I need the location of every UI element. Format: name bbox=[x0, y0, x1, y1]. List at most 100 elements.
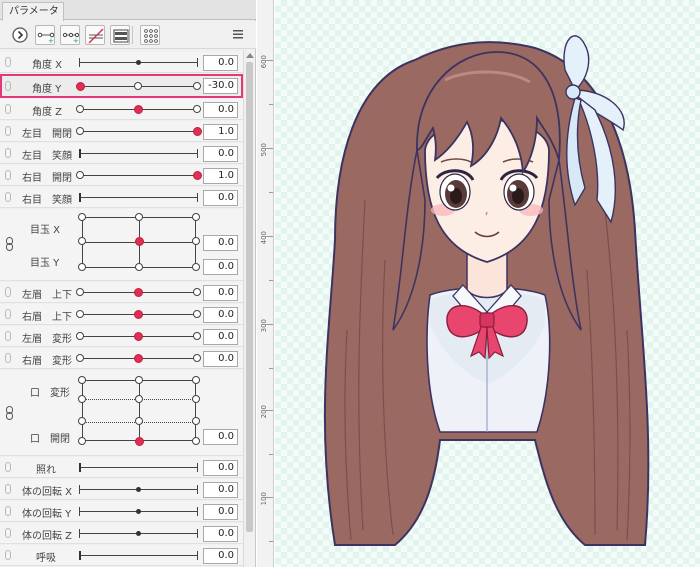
slider-knob-key[interactable] bbox=[134, 310, 143, 319]
key-point[interactable] bbox=[78, 263, 86, 271]
key-point[interactable] bbox=[78, 376, 86, 384]
key-point[interactable] bbox=[78, 437, 86, 445]
param-value[interactable]: 0.0 bbox=[203, 55, 238, 71]
play-circle-icon[interactable] bbox=[10, 25, 30, 45]
key-point[interactable] bbox=[76, 354, 84, 362]
key-point[interactable] bbox=[78, 417, 86, 425]
model-canvas[interactable] bbox=[275, 0, 700, 567]
panel-scrollbar[interactable] bbox=[243, 50, 255, 567]
key-point[interactable] bbox=[135, 213, 143, 221]
param-group-eyeball[interactable]: 目玉 X 目玉 Y 0.0 0.0 bbox=[0, 209, 243, 281]
param-row-left-brow-y[interactable]: 左眉 上下 0.0 bbox=[0, 282, 243, 303]
param-value[interactable]: 0.0 bbox=[203, 307, 238, 323]
slider-knob[interactable] bbox=[79, 463, 81, 472]
lock-icon[interactable] bbox=[5, 170, 11, 180]
param-slider[interactable] bbox=[79, 131, 198, 132]
key-point[interactable] bbox=[192, 395, 200, 403]
param-row-right-brow-form[interactable]: 右眉 変形 0.0 bbox=[0, 348, 243, 369]
lock-icon[interactable] bbox=[5, 550, 11, 560]
slider-knob[interactable] bbox=[136, 60, 141, 65]
key-point[interactable] bbox=[193, 288, 201, 296]
param-group-mouth[interactable]: 口 変形 口 開閉 0.0 bbox=[0, 370, 243, 456]
key-point[interactable] bbox=[192, 376, 200, 384]
key-point[interactable] bbox=[192, 237, 200, 245]
key-point[interactable] bbox=[76, 105, 84, 113]
slider-knob-key[interactable] bbox=[135, 237, 144, 246]
key-point[interactable] bbox=[76, 332, 84, 340]
key-point[interactable] bbox=[76, 310, 84, 318]
key-point[interactable] bbox=[78, 213, 86, 221]
param-slider[interactable] bbox=[79, 467, 198, 468]
param-row-angle-x[interactable]: 角度 X 0.0 bbox=[0, 52, 243, 73]
key-point[interactable] bbox=[135, 376, 143, 384]
lock-icon[interactable] bbox=[5, 353, 11, 363]
slider-knob[interactable] bbox=[79, 193, 81, 202]
key-point[interactable] bbox=[192, 437, 200, 445]
param-row-right-eye-open[interactable]: 右目 開閉 1.0 bbox=[0, 165, 243, 186]
param-value[interactable]: 0.0 bbox=[203, 259, 238, 275]
key-point[interactable] bbox=[193, 82, 201, 90]
param-value[interactable]: 0.0 bbox=[203, 526, 238, 542]
lock-icon[interactable] bbox=[5, 148, 11, 158]
param-row-angle-y[interactable]: 角度 Y -30.0 bbox=[0, 74, 243, 98]
key-point[interactable] bbox=[135, 263, 143, 271]
param-value[interactable]: 0.0 bbox=[203, 285, 238, 301]
param-row-body-angle-y[interactable]: 体の回転 Y 0.0 bbox=[0, 501, 243, 522]
param-row-body-angle-z[interactable]: 体の回転 Z 0.0 bbox=[0, 523, 243, 544]
param-value[interactable]: 0.0 bbox=[203, 190, 238, 206]
slider-knob-key[interactable] bbox=[134, 332, 143, 341]
key-point[interactable] bbox=[135, 395, 143, 403]
grid-icon[interactable] bbox=[140, 25, 160, 45]
slider-knob-key[interactable] bbox=[193, 127, 202, 136]
add-key-icon[interactable]: + bbox=[35, 25, 55, 45]
lock-icon[interactable] bbox=[5, 126, 11, 136]
param-value[interactable]: 0.0 bbox=[203, 429, 238, 445]
param-row-blush[interactable]: 照れ 0.0 bbox=[0, 457, 243, 478]
param-row-right-eye-smile[interactable]: 右目 笑顔 0.0 bbox=[0, 187, 243, 208]
lock-icon[interactable] bbox=[5, 528, 11, 538]
slider-knob[interactable] bbox=[79, 149, 81, 158]
param-row-body-angle-x[interactable]: 体の回転 X 0.0 bbox=[0, 479, 243, 500]
param-value[interactable]: 1.0 bbox=[203, 168, 238, 184]
slider-knob-key[interactable] bbox=[134, 288, 143, 297]
lock-icon[interactable] bbox=[5, 287, 11, 297]
scroll-up-arrow-icon[interactable] bbox=[246, 53, 254, 58]
param-row-left-eye-smile[interactable]: 左目 笑顔 0.0 bbox=[0, 143, 243, 164]
param-value[interactable]: 0.0 bbox=[203, 548, 238, 564]
add-keys-icon[interactable]: + bbox=[60, 25, 80, 45]
param-value[interactable]: 1.0 bbox=[203, 124, 238, 140]
link-icon[interactable] bbox=[6, 406, 13, 420]
lock-icon[interactable] bbox=[5, 331, 11, 341]
param-row-left-brow-form[interactable]: 左眉 変形 0.0 bbox=[0, 326, 243, 347]
key-point[interactable] bbox=[193, 332, 201, 340]
key-point[interactable] bbox=[192, 213, 200, 221]
key-point[interactable] bbox=[134, 82, 142, 90]
lock-icon[interactable] bbox=[5, 81, 11, 91]
delete-keys-icon[interactable] bbox=[85, 25, 105, 45]
key-point[interactable] bbox=[78, 395, 86, 403]
key-point[interactable] bbox=[76, 288, 84, 296]
slider-knob-key[interactable] bbox=[134, 354, 143, 363]
key-point[interactable] bbox=[135, 417, 143, 425]
slider-knob[interactable] bbox=[136, 487, 141, 492]
param-value[interactable]: 0.0 bbox=[203, 504, 238, 520]
param-value[interactable]: 0.0 bbox=[203, 102, 238, 118]
key-point[interactable] bbox=[76, 127, 84, 135]
key-point[interactable] bbox=[192, 417, 200, 425]
slider-knob-key[interactable] bbox=[134, 105, 143, 114]
lock-icon[interactable] bbox=[5, 309, 11, 319]
param-value[interactable]: -30.0 bbox=[203, 78, 238, 94]
lock-icon[interactable] bbox=[5, 192, 11, 202]
param-slider[interactable] bbox=[79, 175, 198, 176]
param-value[interactable]: 0.0 bbox=[203, 482, 238, 498]
slider-knob[interactable] bbox=[79, 551, 81, 560]
param-slider[interactable] bbox=[79, 555, 198, 556]
param-value[interactable]: 0.0 bbox=[203, 351, 238, 367]
param-value[interactable]: 0.0 bbox=[203, 235, 238, 251]
param-slider[interactable] bbox=[79, 153, 198, 154]
key-point[interactable] bbox=[193, 354, 201, 362]
tab-parameters[interactable]: パラメータ bbox=[2, 2, 64, 21]
lock-icon[interactable] bbox=[5, 57, 11, 67]
key-form-icon[interactable] bbox=[110, 25, 130, 45]
param-row-right-brow-y[interactable]: 右眉 上下 0.0 bbox=[0, 304, 243, 325]
